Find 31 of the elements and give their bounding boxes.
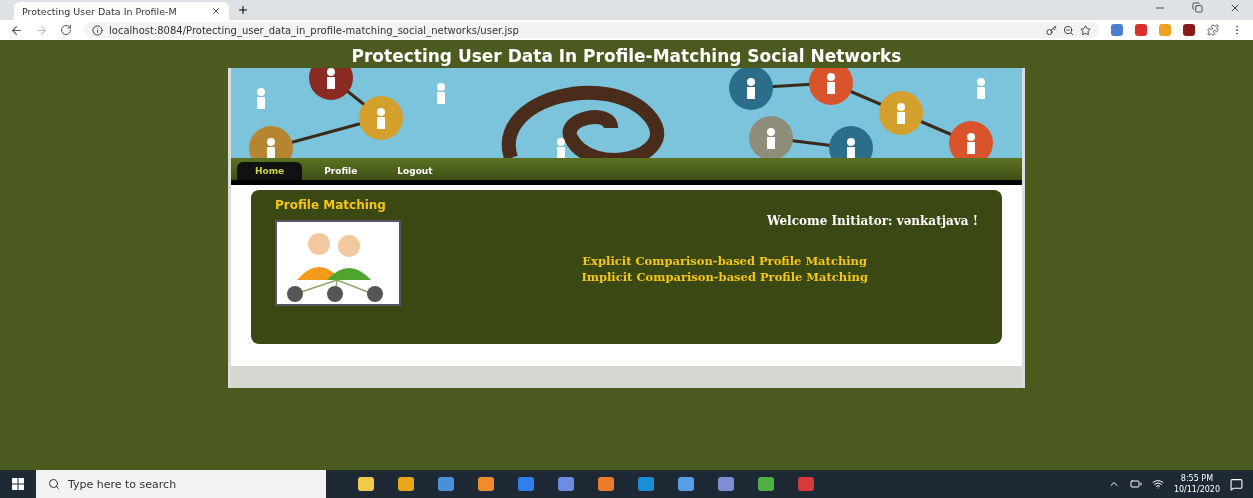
close-icon[interactable] — [1229, 2, 1241, 14]
notification-icon[interactable] — [1230, 477, 1243, 491]
address-bar[interactable]: localhost:8084/Protecting_user_data_in_profile-matching_social_networks/user.jsp — [84, 22, 1099, 38]
star-icon[interactable] — [1080, 24, 1091, 36]
reload-icon[interactable] — [60, 24, 72, 36]
nav-tab[interactable]: Profile — [306, 162, 376, 180]
page-title: Protecting User Data In Profile-Matching Social Networks — [351, 46, 902, 66]
taskbar-search-field[interactable]: Type here to search — [36, 470, 326, 498]
battery-icon[interactable] — [1129, 478, 1142, 490]
matching-link[interactable]: Implicit Comparison-based Profile Matching — [581, 270, 868, 284]
nav-tab[interactable]: Logout — [379, 162, 451, 180]
extension-icon[interactable] — [1111, 24, 1123, 36]
matching-link[interactable]: Explicit Comparison-based Profile Matching — [582, 254, 868, 268]
nav-tab[interactable]: Home — [237, 162, 303, 180]
close-icon[interactable] — [211, 6, 221, 16]
key-icon[interactable] — [1046, 24, 1057, 36]
zoom-out-icon[interactable] — [1063, 24, 1074, 36]
windows-logo-icon[interactable] — [12, 478, 24, 490]
panel-title: Profile Matching — [275, 198, 387, 212]
back-icon[interactable] — [10, 23, 23, 37]
extension-icon[interactable] — [1183, 24, 1195, 36]
extension-icon[interactable] — [1135, 24, 1147, 36]
info-icon[interactable] — [92, 24, 103, 36]
new-tab-icon[interactable] — [237, 4, 249, 16]
wifi-icon[interactable] — [1151, 478, 1164, 490]
restore-icon[interactable] — [1192, 2, 1203, 13]
search-icon[interactable] — [48, 478, 60, 490]
welcome-text: Welcome Initiator: vənkatjava ! — [766, 214, 978, 228]
puzzle-icon[interactable] — [1207, 24, 1219, 36]
browser-tab[interactable]: Protecting User Data In Profile-M — [14, 2, 229, 20]
taskbar-clock[interactable]: 8:55 PM 10/11/2020 — [1173, 473, 1220, 495]
